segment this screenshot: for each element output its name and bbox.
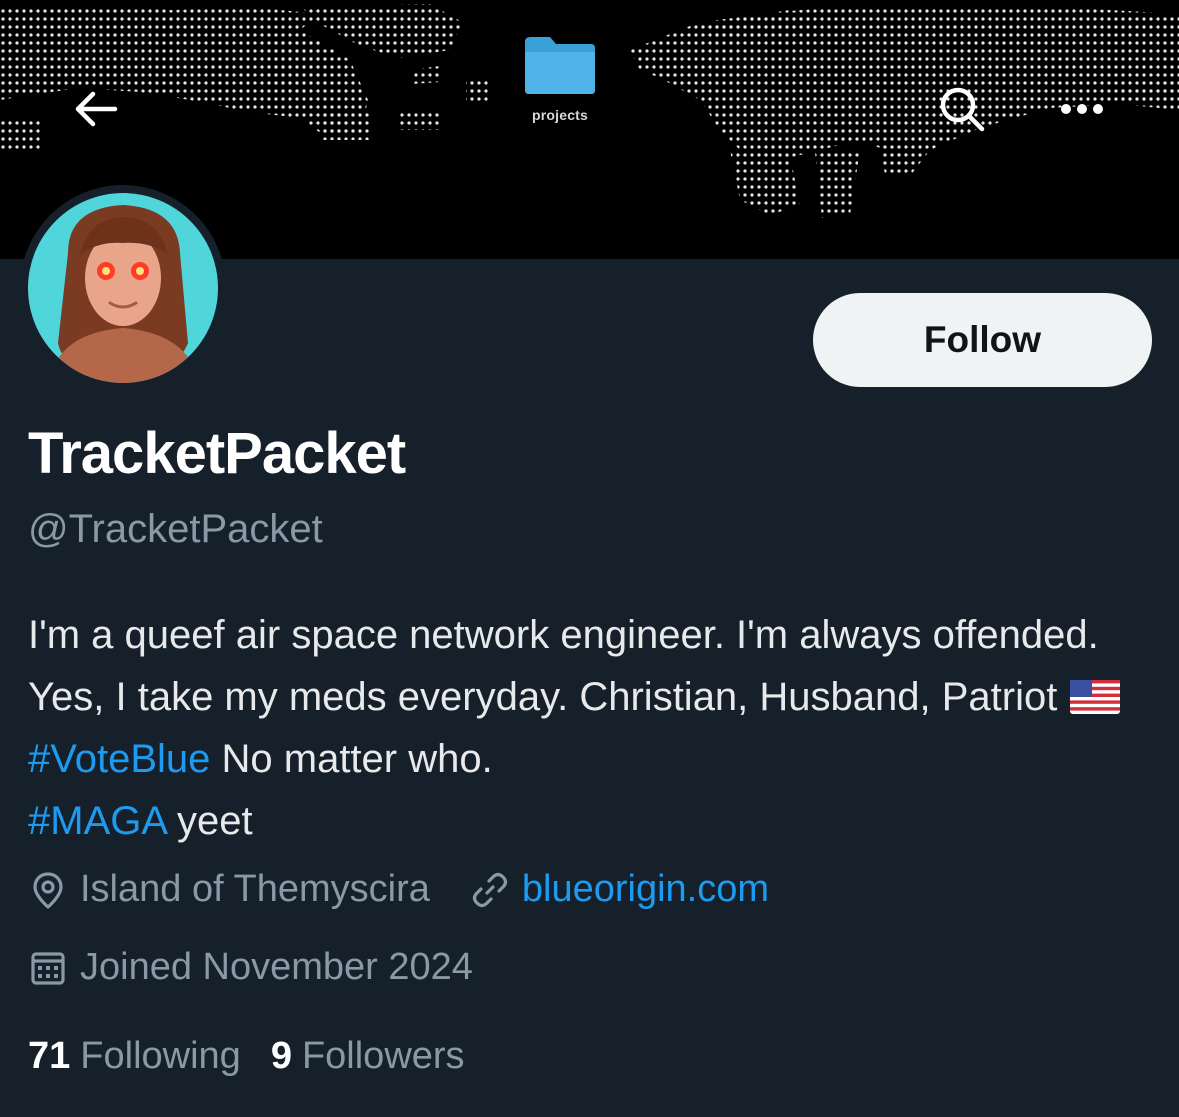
avatar[interactable] [28,193,218,383]
bio-text-1: I'm a queef air space network engineer. … [28,613,1099,719]
website[interactable]: blueorigin.com [470,868,769,911]
hashtag-voteblue[interactable]: #VoteBlue [28,737,210,781]
search-icon [940,87,985,132]
more-icon [1061,104,1103,114]
location: Island of Themyscira [28,868,430,911]
avatar-image [28,193,218,383]
calendar-icon [31,951,65,985]
bio-text-3: yeet [165,799,253,843]
profile-meta-row: Island of Themyscira blueorigin.com [28,868,769,911]
joined-text: Joined November 2024 [80,946,473,988]
avatar-ring [20,185,226,391]
back-button[interactable] [64,77,128,141]
following-count: 71 [28,1035,71,1077]
followers-label: Followers [301,1035,465,1077]
display-name: TracketPacket [28,421,406,486]
handle: @TracketPacket [28,507,323,551]
following-stat[interactable]: 71 Following [28,1035,241,1078]
arrow-left-icon [75,91,118,127]
location-pin-icon [33,871,63,909]
follow-button[interactable]: Follow [813,293,1152,387]
followers-count: 9 [270,1035,292,1077]
followers-stat[interactable]: 9 Followers [271,1035,465,1078]
link-icon [472,872,507,907]
folder-icon [525,37,595,94]
bio-text-2: No matter who. [210,737,493,781]
website-link[interactable]: blueorigin.com [522,868,769,911]
us-flag-icon [1070,680,1121,714]
folder-label: projects [531,107,589,123]
profile-page: projects Follow TracketPacket @TracketPa… [0,0,1179,1117]
folder-item[interactable]: projects [518,34,602,123]
hashtag-maga[interactable]: #MAGA [28,799,166,843]
follow-stats: 71 Following 9 Followers [28,1035,465,1078]
location-text: Island of Themyscira [80,868,430,910]
more-button[interactable] [1050,77,1114,141]
following-label: Following [80,1035,241,1077]
bio: I'm a queef air space network engineer. … [28,604,1148,852]
joined-row: Joined November 2024 [28,946,473,989]
joined-date: Joined November 2024 [28,946,473,989]
search-button[interactable] [930,77,994,141]
